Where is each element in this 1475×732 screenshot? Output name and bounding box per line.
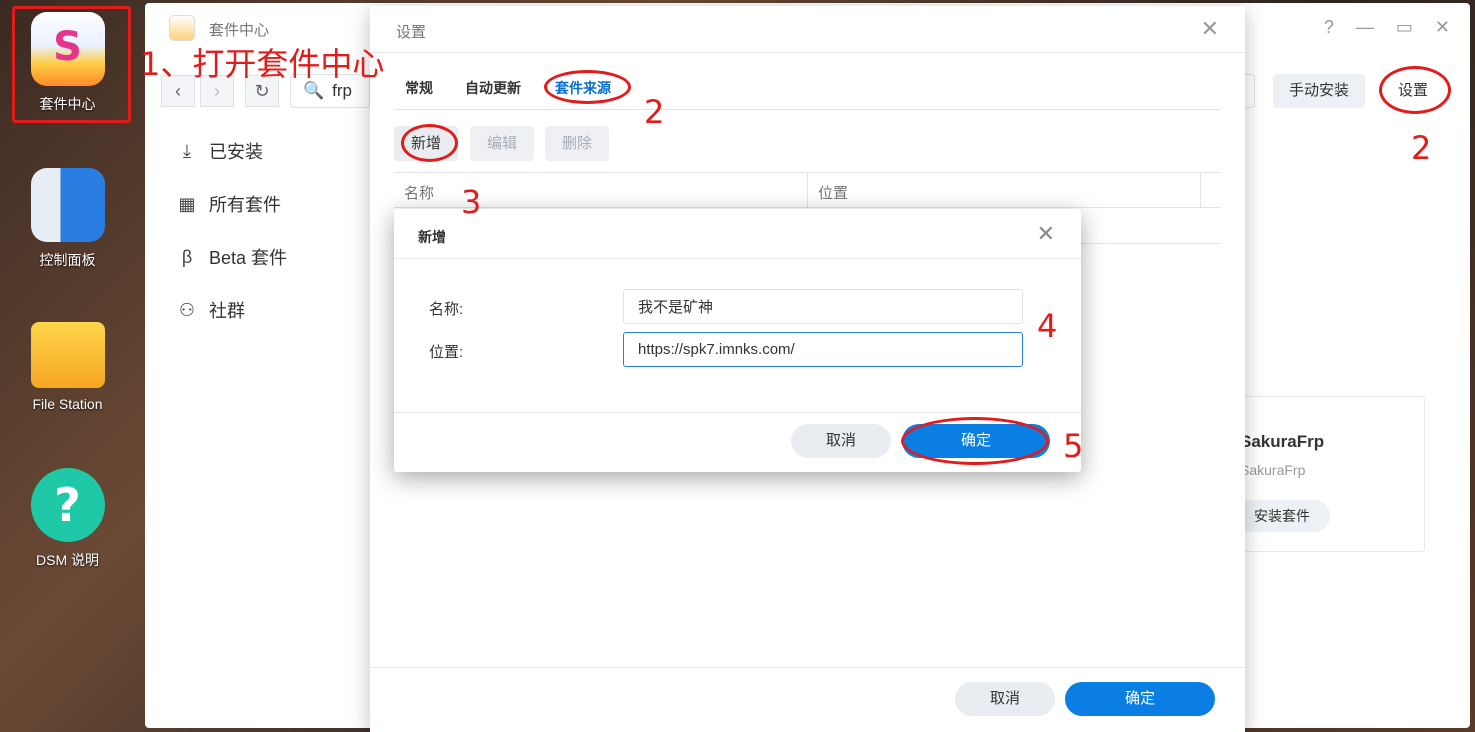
install-package-button[interactable]: 安装套件 (1234, 500, 1330, 532)
desktop-icon-label: File Station (32, 396, 103, 412)
package-center-small-icon (169, 15, 195, 41)
sidebar-item-label: 已安装 (209, 142, 263, 162)
annotation-step-4: 4 (1037, 307, 1058, 345)
ok-button[interactable]: 确定 (902, 424, 1050, 458)
sidebar-item-beta[interactable]: β Beta 套件 (177, 244, 287, 270)
dialog-title: 设置 (396, 24, 427, 41)
cancel-button[interactable]: 取消 (791, 424, 891, 458)
tab-general[interactable]: 常规 (405, 78, 433, 98)
window-title: 套件中心 (209, 22, 270, 39)
grid-icon: ▦ (178, 193, 196, 214)
sidebar-item-all-packages[interactable]: ▦ 所有套件 (177, 191, 281, 217)
sidebar-item-label: 社群 (209, 301, 245, 321)
close-icon[interactable]: ✕ (1037, 221, 1055, 247)
desktop-icon-control-panel[interactable]: 控制面板 (0, 168, 135, 270)
column-header-location[interactable]: 位置 (818, 182, 848, 203)
control-panel-icon (30, 168, 105, 242)
sidebar-item-community[interactable]: ⚇ 社群 (177, 297, 245, 323)
help-icon[interactable]: ? (1324, 17, 1334, 38)
divider (370, 667, 1245, 668)
name-field[interactable] (623, 289, 1023, 324)
chevron-right-icon: › (214, 81, 220, 101)
chevron-left-icon: ‹ (175, 81, 181, 101)
sources-table-header: 名称 位置 (394, 172, 1220, 208)
annotation-step-3: 3 (461, 183, 482, 221)
beta-icon: β (181, 246, 193, 267)
add-button[interactable]: 新增 (394, 126, 459, 161)
refresh-icon: ↻ (254, 81, 270, 101)
close-icon[interactable]: ✕ (1201, 16, 1219, 42)
package-card[interactable]: SakuraFrp SakuraFrp 安装套件 (1215, 396, 1425, 552)
annotation-step-2-tab: 2 (644, 93, 665, 131)
desktop-icon-label: DSM 说明 (36, 552, 99, 568)
settings-button[interactable]: 设置 (1382, 74, 1445, 108)
dialog-title: 新增 (418, 229, 446, 245)
add-source-dialog: 新增 ✕ 名称: 位置: 取消 确定 (394, 209, 1081, 472)
download-icon: ⤓ (183, 140, 191, 161)
annotation-step-1: 1、打开套件中心 (140, 45, 385, 83)
package-name: SakuraFrp (1240, 432, 1325, 451)
desktop-icon-label: 控制面板 (39, 252, 96, 268)
annotation-highlight-box (12, 6, 131, 123)
help-icon: ? (30, 468, 105, 542)
delete-button[interactable]: 删除 (545, 126, 610, 161)
desktop-icon-dsm-help[interactable]: ? DSM 说明 (0, 468, 135, 570)
name-label: 名称: (429, 301, 464, 318)
divider (394, 109, 1220, 110)
tab-package-sources[interactable]: 套件来源 (555, 78, 611, 98)
folder-icon (30, 322, 105, 388)
divider (394, 412, 1081, 413)
search-icon: 🔍 (303, 81, 325, 100)
desktop-icon-file-station[interactable]: File Station (0, 318, 135, 412)
location-label: 位置: (429, 344, 464, 361)
community-icon: ⚇ (178, 299, 196, 320)
column-header-name[interactable]: 名称 (404, 182, 434, 203)
search-value: frp (332, 81, 353, 100)
location-field[interactable] (623, 332, 1023, 367)
column-separator (1200, 173, 1201, 207)
sidebar-item-installed[interactable]: ⤓ 已安装 (177, 138, 263, 164)
sidebar-item-label: Beta 套件 (209, 248, 288, 268)
ok-button[interactable]: 确定 (1065, 682, 1215, 716)
annotation-step-2-settings: 2 (1411, 129, 1432, 167)
edit-button[interactable]: 编辑 (470, 126, 535, 161)
divider (370, 52, 1245, 53)
tab-auto-update[interactable]: 自动更新 (465, 78, 521, 98)
maximize-icon[interactable]: ▭ (1396, 17, 1413, 38)
window-controls: ? — ▭ ✕ (1324, 17, 1450, 38)
minimize-icon[interactable]: — (1356, 17, 1374, 38)
divider (394, 258, 1081, 259)
cancel-button[interactable]: 取消 (955, 682, 1055, 716)
column-separator (807, 173, 808, 207)
package-publisher: SakuraFrp (1240, 462, 1306, 478)
sidebar-item-label: 所有套件 (209, 195, 281, 215)
close-icon[interactable]: ✕ (1435, 17, 1450, 38)
manual-install-button[interactable]: 手动安装 (1273, 74, 1366, 108)
annotation-step-5: 5 (1063, 427, 1084, 465)
